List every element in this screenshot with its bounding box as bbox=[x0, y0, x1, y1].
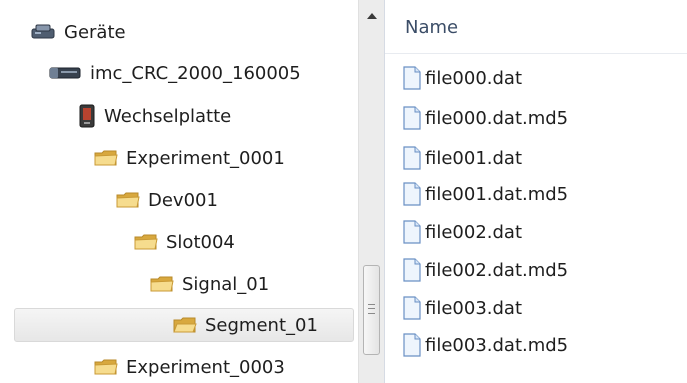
file-list: Name file000.dat file000.dat.md5 file001… bbox=[384, 0, 687, 383]
file-item[interactable]: file002.dat.md5 bbox=[403, 252, 568, 288]
file-item[interactable]: file002.dat bbox=[403, 214, 522, 250]
folder-icon bbox=[150, 275, 174, 293]
tree-item-dev001[interactable]: Dev001 bbox=[116, 183, 218, 217]
arrow-up-icon bbox=[366, 12, 377, 19]
column-header-name[interactable]: Name bbox=[385, 0, 687, 54]
removable-disk-icon bbox=[78, 104, 96, 128]
folder-icon bbox=[116, 191, 140, 209]
file-name: file001.dat.md5 bbox=[425, 183, 569, 205]
file-icon bbox=[403, 106, 421, 130]
header-divider bbox=[385, 53, 687, 54]
file-icon bbox=[403, 182, 421, 206]
scrollbar-thumb[interactable] bbox=[363, 265, 380, 355]
file-icon bbox=[403, 146, 421, 170]
file-name: file003.dat bbox=[425, 297, 523, 319]
folder-open-icon bbox=[173, 316, 197, 334]
folder-icon bbox=[94, 358, 118, 376]
tree-item-label: Segment_01 bbox=[205, 314, 318, 336]
tree-item-device[interactable]: imc_CRC_2000_160005 bbox=[48, 56, 301, 90]
file-item[interactable]: file000.dat bbox=[403, 60, 522, 96]
folder-icon bbox=[134, 233, 158, 251]
tree-item-wechselplatte[interactable]: Wechselplatte bbox=[78, 99, 231, 133]
tree-item-signal-01[interactable]: Signal_01 bbox=[150, 267, 269, 301]
tree-item-slot004[interactable]: Slot004 bbox=[134, 225, 235, 259]
scroll-up-button[interactable] bbox=[359, 0, 384, 30]
file-icon bbox=[403, 296, 421, 320]
file-icon bbox=[403, 66, 421, 90]
file-item[interactable]: file000.dat.md5 bbox=[403, 100, 568, 136]
file-item[interactable]: file003.dat bbox=[403, 290, 522, 326]
tree-item-label: Experiment_0001 bbox=[126, 147, 285, 169]
file-name: file002.dat.md5 bbox=[425, 259, 569, 281]
explorer-window: Geräte imc_CRC_2000_160005 Wechselplatte… bbox=[0, 0, 687, 383]
file-icon bbox=[403, 333, 421, 357]
file-icon bbox=[403, 220, 421, 244]
file-item[interactable]: file001.dat.md5 bbox=[403, 176, 568, 212]
tree-item-geraete[interactable]: Geräte bbox=[30, 15, 126, 49]
tree-item-label: Wechselplatte bbox=[104, 105, 232, 127]
file-name: file001.dat bbox=[425, 147, 523, 169]
tree-item-label: Experiment_0003 bbox=[126, 356, 285, 378]
grip-icon bbox=[368, 304, 375, 314]
tree-item-label: Geräte bbox=[64, 21, 126, 43]
file-name: file000.dat bbox=[425, 67, 523, 89]
file-name: file002.dat bbox=[425, 221, 523, 243]
tree-item-experiment-0001[interactable]: Experiment_0001 bbox=[94, 141, 285, 175]
tree-item-experiment-0003[interactable]: Experiment_0003 bbox=[94, 350, 285, 383]
file-item[interactable]: file003.dat.md5 bbox=[403, 327, 568, 363]
file-icon bbox=[403, 258, 421, 282]
tree-item-segment-01[interactable]: Segment_01 bbox=[14, 308, 354, 342]
tree-item-label: imc_CRC_2000_160005 bbox=[90, 62, 301, 84]
tree-item-label: Dev001 bbox=[148, 189, 218, 211]
tree-item-label: Slot004 bbox=[166, 231, 235, 253]
tree-item-label: Signal_01 bbox=[182, 273, 270, 295]
tree-scrollbar[interactable] bbox=[358, 0, 384, 383]
file-name: file003.dat.md5 bbox=[425, 334, 569, 356]
folder-icon bbox=[94, 149, 118, 167]
file-item[interactable]: file001.dat bbox=[403, 140, 522, 176]
file-name: file000.dat.md5 bbox=[425, 107, 569, 129]
navigation-tree: Geräte imc_CRC_2000_160005 Wechselplatte… bbox=[0, 0, 358, 383]
device-icon bbox=[48, 64, 82, 82]
devices-icon bbox=[30, 23, 56, 41]
